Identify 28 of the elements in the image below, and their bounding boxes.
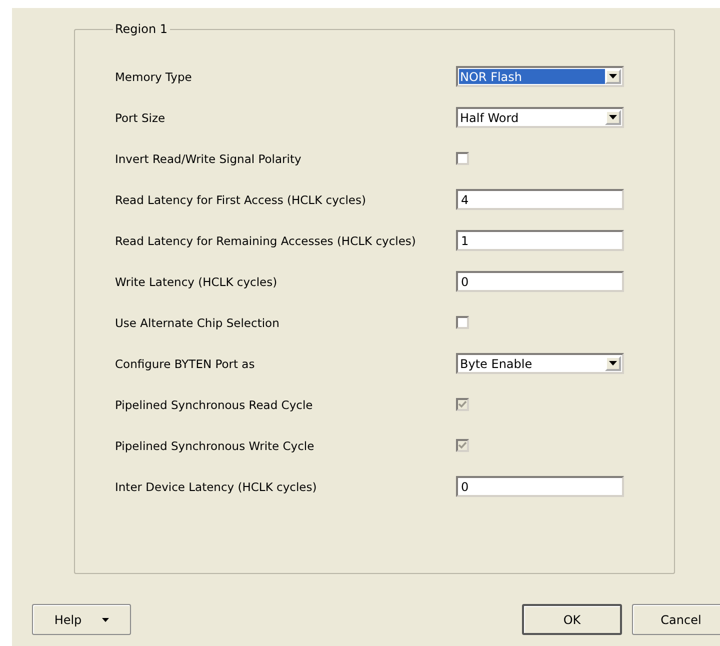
dropdown-arrow-icon: [609, 361, 617, 366]
checkbox[interactable]: [456, 152, 469, 165]
field-label: Inter Device Latency (HCLK cycles): [115, 480, 318, 494]
input-field[interactable]: 1: [456, 230, 624, 251]
help-button[interactable]: Help: [32, 604, 131, 635]
field-label: Pipelined Synchronous Write Cycle: [115, 438, 316, 452]
field-label: Invert Read/Write Signal Polarity: [115, 152, 302, 166]
field-label: Read Latency for First Access (HCLK cycles): [115, 192, 367, 206]
dropdown[interactable]: Half Word: [456, 107, 624, 128]
checkbox[interactable]: [456, 316, 469, 329]
field-label: Port Size: [115, 110, 166, 124]
dialog-button[interactable]: OK: [522, 604, 622, 635]
dropdown-arrow-icon: [609, 74, 617, 79]
caret-icon: [102, 618, 109, 622]
field-label: Configure BYTEN Port as: [115, 356, 256, 370]
field-label: Pipelined Synchronous Read Cycle: [115, 398, 314, 412]
input-field[interactable]: 0: [456, 271, 624, 292]
field-label: Memory Type: [115, 70, 193, 84]
input-field[interactable]: 0: [456, 476, 624, 497]
dialog-button[interactable]: Cancel: [632, 604, 720, 635]
dropdown[interactable]: Byte Enable: [456, 353, 624, 374]
field-label: Write Latency (HCLK cycles): [115, 274, 278, 288]
group-title: Region 1: [114, 22, 169, 36]
field-label: Read Latency for Remaining Accesses (HCLK cycles): [115, 234, 417, 248]
dropdown[interactable]: NOR Flash: [456, 66, 624, 87]
dropdown-arrow-icon: [609, 115, 617, 120]
field-label: Use Alternate Chip Selection: [115, 316, 280, 330]
input-field[interactable]: 4: [456, 189, 624, 210]
